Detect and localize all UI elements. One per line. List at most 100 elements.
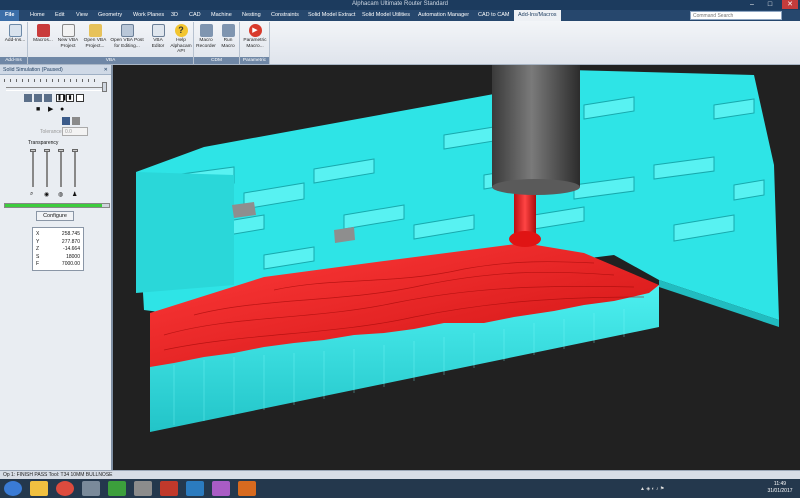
menu-home[interactable]: Home: [30, 10, 45, 21]
readout-value: 277.870: [61, 238, 80, 245]
holder-icon[interactable]: ♟: [72, 191, 77, 198]
app-icon-1[interactable]: [82, 481, 100, 496]
speed-slider-thumb[interactable]: [102, 82, 107, 92]
readout-value: 18000: [66, 253, 80, 260]
minimize-button[interactable]: –: [744, 0, 760, 9]
taskbar: ▲ ◈ ◐ ♪ ⚑ 11:49 31/01/2017: [0, 479, 800, 498]
panel-header: Solid Simulation (Paused) ✕: [0, 65, 111, 75]
app-icon-3[interactable]: [134, 481, 152, 496]
slider-thumb-4[interactable]: [72, 149, 78, 152]
run-macro-button[interactable]: Run Macro: [216, 24, 240, 54]
part-icon[interactable]: ◍: [58, 191, 63, 198]
menu-cad-to-cam[interactable]: CAD to CAM: [478, 10, 509, 21]
tolerance-label: Tolerance: [40, 129, 62, 135]
panel-title: Solid Simulation (Paused): [3, 67, 63, 73]
tool-icon[interactable]: ⌕: [30, 191, 33, 198]
stop-icon[interactable]: ■: [36, 105, 40, 114]
configure-button[interactable]: Configure: [36, 211, 74, 221]
app-icon-4[interactable]: [160, 481, 178, 496]
new-vba-icon: [61, 24, 75, 37]
group-label-cdm: CDM: [194, 57, 239, 64]
readout-row: X 258.745: [36, 231, 80, 239]
simulation-viewport[interactable]: [114, 65, 800, 470]
pause-icon[interactable]: ❚❚: [56, 94, 67, 102]
help-alphacam-api-button[interactable]: ? Help Alphacam API: [165, 24, 197, 54]
command-search-input[interactable]: [690, 11, 782, 20]
app-icon-6[interactable]: [212, 481, 230, 496]
menu-view[interactable]: View: [76, 10, 88, 21]
menu-nesting[interactable]: Nesting: [242, 10, 261, 21]
slider-thumb-2[interactable]: [44, 149, 50, 152]
app-window: Alphacam Ultimate Router Standard – □ ✕ …: [0, 0, 800, 498]
transparency-label: Transparency: [28, 140, 59, 146]
parametric-macro-button[interactable]: ▶ Parametric Macro...: [240, 24, 270, 54]
ribbon-group-parametric: ▶ Parametric Macro... Parametric: [240, 22, 270, 64]
menu-file[interactable]: File: [0, 10, 20, 21]
run-macro-icon: [221, 24, 235, 37]
simulation-scene: [136, 65, 779, 432]
transparency-slider-1[interactable]: [32, 149, 34, 187]
transport-toolbar: ■ ▶ ●: [36, 105, 72, 114]
menu-geometry[interactable]: Geometry: [98, 10, 122, 21]
readout-value: -14.664: [63, 246, 80, 252]
open-vba-post-button[interactable]: Open VBA Post for Editing...: [110, 24, 144, 54]
close-button[interactable]: ✕: [782, 0, 798, 9]
maximize-button[interactable]: □: [762, 0, 778, 9]
open-vba-project-button[interactable]: Open VBA Project...: [80, 24, 110, 54]
parametric-macro-label: Parametric Macro...: [243, 38, 267, 49]
record-icon[interactable]: ●: [60, 105, 64, 114]
explorer-icon[interactable]: [30, 481, 48, 496]
fast-forward-icon[interactable]: [44, 94, 52, 102]
menu-3d[interactable]: 3D: [171, 10, 178, 21]
readout-row: Y 277.870: [36, 239, 80, 247]
app-icon-5[interactable]: [186, 481, 204, 496]
menu-work-planes[interactable]: Work Planes: [133, 10, 164, 21]
tray-icons[interactable]: ▲ ◈ ◐ ♪ ⚑: [640, 486, 664, 492]
ribbon-group-cdm: Macro Recorder Run Macro CDM: [194, 22, 240, 64]
readout-value: 7000.00: [61, 261, 80, 267]
group-label-add-ins: Add-Ins: [0, 57, 27, 64]
add-ins-button[interactable]: Add-Ins...: [0, 24, 30, 54]
menu-edit[interactable]: Edit: [55, 10, 64, 21]
step-icon[interactable]: [34, 94, 42, 102]
readout-row: S 18000: [36, 254, 80, 262]
transparency-slider-3[interactable]: [60, 149, 62, 187]
stock-icon[interactable]: ◉: [44, 191, 49, 198]
print-icon[interactable]: [72, 117, 80, 125]
chrome-icon[interactable]: [56, 481, 74, 496]
play-icon-small[interactable]: ▶: [48, 105, 53, 114]
help-label: Help Alphacam API: [170, 38, 192, 54]
recorder-icon: [199, 24, 213, 37]
open-post-label: Open VBA Post for Editing...: [110, 38, 144, 49]
clock[interactable]: 11:49 31/01/2017: [762, 481, 798, 495]
open-post-icon: [120, 24, 134, 37]
menu-machine[interactable]: Machine: [211, 10, 232, 21]
open-vba-icon: [88, 24, 102, 37]
slider-thumb-1[interactable]: [30, 149, 36, 152]
tolerance-field[interactable]: [62, 127, 88, 136]
menu-solid-model-utilities[interactable]: Solid Model Utilities: [362, 10, 410, 21]
panel-close-icon[interactable]: ✕: [104, 65, 108, 75]
macro-recorder-button[interactable]: Macro Recorder: [194, 24, 218, 54]
slider-thumb-3[interactable]: [58, 149, 64, 152]
play-step-icon[interactable]: ▮: [66, 94, 74, 102]
start-button[interactable]: [4, 481, 22, 496]
app-icon-7[interactable]: [238, 481, 256, 496]
menu-automation-manager[interactable]: Automation Manager: [418, 10, 469, 21]
slider-ticks: [4, 79, 100, 82]
menu-cad[interactable]: CAD: [189, 10, 201, 21]
menu-solid-model-extract[interactable]: Solid Model Extract: [308, 10, 355, 21]
speed-slider[interactable]: [6, 87, 106, 91]
menu-constraints[interactable]: Constraints: [271, 10, 299, 21]
rewind-icon[interactable]: [24, 94, 32, 102]
app-icon-2[interactable]: [108, 481, 126, 496]
menu-add-ins-macros[interactable]: Add-Ins/Macros: [514, 10, 561, 21]
tool-holder-base: [492, 179, 580, 195]
transparency-slider-2[interactable]: [46, 149, 48, 187]
ribbon-group-vba: Macros... New VBA Project Open VBA Proje…: [28, 22, 194, 64]
save-icon[interactable]: [62, 117, 70, 125]
new-vba-project-button[interactable]: New VBA Project: [53, 24, 83, 54]
transparency-slider-4[interactable]: [74, 149, 76, 187]
options-icon[interactable]: [76, 94, 84, 102]
run-macro-label: Run Macro: [221, 38, 235, 49]
